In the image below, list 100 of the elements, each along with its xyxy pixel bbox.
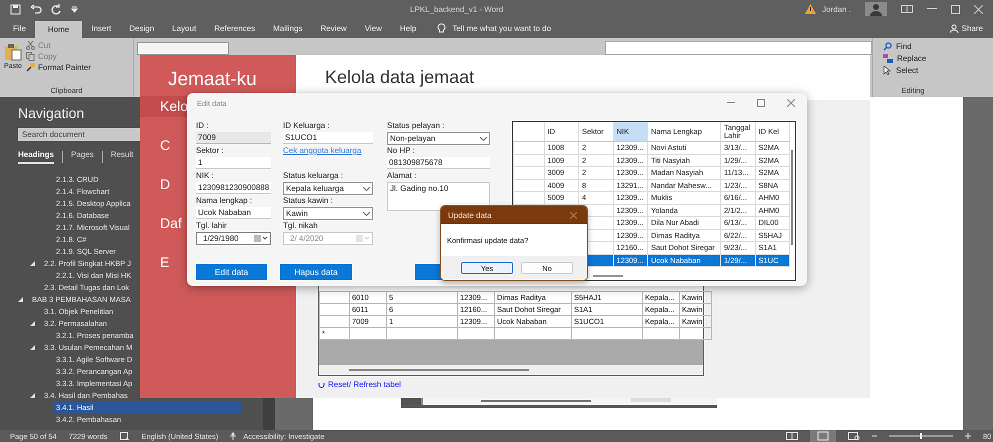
clipboard-command[interactable]: Format Painter (26, 63, 91, 72)
tell-me-field[interactable]: Tell me what you want to do (452, 18, 552, 38)
ribbon-tab[interactable]: Design (120, 18, 164, 38)
customize-icon[interactable] (71, 5, 78, 13)
copy-icon (26, 52, 35, 61)
scrollbar[interactable] (319, 365, 703, 375)
scrollbar-thumb[interactable] (593, 274, 623, 276)
dropdown[interactable]: Kepala keluarga (283, 182, 373, 195)
avatar-icon[interactable] (865, 2, 887, 16)
share-button[interactable]: Share (950, 18, 993, 38)
field-label: Status pelayan : (387, 121, 446, 130)
calendar-dropdown-icon (356, 235, 370, 242)
caret-icon (363, 186, 370, 190)
caret-icon (363, 212, 370, 216)
maximize-icon[interactable] (757, 99, 765, 107)
field-label: Alamat : (387, 171, 418, 180)
refresh-link[interactable]: Reset/ Refresh tabel (318, 380, 870, 389)
field-label: ID : (196, 121, 210, 130)
close-icon[interactable] (570, 212, 577, 218)
editing-command[interactable]: Select (883, 66, 943, 75)
cursor-icon (883, 66, 892, 75)
read-mode-icon[interactable] (786, 432, 798, 440)
row-header[interactable] (320, 292, 350, 304)
field-label: Nama lengkap : (196, 196, 254, 205)
navigation-tab[interactable]: Headings (18, 150, 54, 164)
expand-arrow-icon[interactable] (30, 392, 35, 398)
field-label: NIK : (196, 171, 215, 180)
print-layout-icon[interactable] (810, 430, 836, 442)
navigation-tab[interactable]: Pages (71, 150, 94, 164)
navigation-tab[interactable]: Result (110, 150, 134, 164)
expand-arrow-icon[interactable] (30, 320, 35, 326)
ribbon-tab[interactable]: Review (311, 18, 356, 38)
text-field[interactable]: 7009 (196, 132, 272, 144)
ribbon-tab[interactable]: Layout (163, 18, 206, 38)
date-picker[interactable]: 1/29/1980 (196, 232, 272, 245)
dropdown[interactable]: Kawin (283, 207, 373, 220)
field-label: Status keluarga : (283, 171, 344, 180)
warning-icon (805, 4, 816, 14)
action-button[interactable]: Hapus data (280, 264, 352, 280)
ribbon-tab[interactable]: Home (34, 21, 82, 38)
caret-icon (480, 136, 487, 140)
expand-arrow-icon[interactable] (18, 296, 23, 302)
undo-icon[interactable] (30, 4, 42, 14)
refresh-icon (318, 381, 325, 388)
search-icon (883, 42, 892, 51)
dropdown[interactable]: Non-pelayan (387, 132, 490, 145)
ribbon-tab[interactable]: View (356, 18, 391, 38)
text-field[interactable]: Ucok Nababan (196, 207, 272, 219)
pane-title: Navigation (18, 105, 84, 121)
scrollbar[interactable] (791, 150, 793, 245)
editing-command[interactable]: Replace (883, 54, 943, 63)
text-field[interactable]: 1 (196, 157, 272, 169)
person-icon (950, 24, 959, 32)
close-icon[interactable] (787, 99, 795, 107)
zoom-slider[interactable] (889, 432, 953, 440)
link[interactable]: Cek anggota keluarga (283, 146, 373, 155)
field-label: Tgl. lahir (196, 221, 228, 230)
close-icon[interactable] (974, 4, 983, 14)
editing-command[interactable]: Find (883, 42, 943, 51)
app-title: Jemaat-ku (167, 68, 258, 92)
ribbon-tab[interactable]: References (205, 18, 264, 38)
page-heading: Kelola data jemaat (325, 67, 474, 88)
window-title: LPKL_backend_v1 - Word (410, 4, 504, 14)
web-layout-icon[interactable] (848, 432, 860, 440)
font-name-box[interactable] (137, 42, 229, 55)
text-field[interactable]: 081309875678 (387, 157, 490, 169)
replace-icon (883, 54, 893, 63)
ribbon-tab[interactable]: Insert (82, 18, 120, 38)
row-header[interactable] (320, 316, 350, 328)
proofing-icon[interactable] (120, 432, 130, 440)
ribbon-tab[interactable]: Help (390, 18, 426, 38)
clipboard-icon (4, 43, 22, 61)
ribbon-tab[interactable]: File (4, 18, 35, 38)
field-label: Status kawin : (283, 196, 334, 205)
row-header[interactable] (320, 304, 350, 316)
zoom-in-icon[interactable] (965, 433, 971, 439)
action-button[interactable]: Edit data (196, 264, 267, 280)
ribbon-tab[interactable]: Mailings (264, 18, 312, 38)
expand-arrow-icon[interactable] (30, 260, 35, 266)
field-label: Tgl. nikah (283, 221, 319, 230)
scissors-icon (26, 41, 35, 50)
text-field[interactable]: 1230981230900888 (196, 182, 272, 194)
text-field[interactable]: S1UCO1 (283, 132, 373, 144)
field-label: Sektor : (196, 146, 225, 155)
field-label: ID Keluarga : (283, 121, 331, 130)
ribbon-display-icon[interactable] (901, 5, 913, 13)
expand-arrow-icon[interactable] (30, 344, 35, 350)
lightbulb-icon (437, 22, 446, 34)
text-area[interactable]: Jl. Gading no.10 (387, 182, 490, 211)
redo-icon[interactable] (51, 4, 62, 14)
calendar-dropdown-icon (254, 235, 268, 242)
brush-icon (26, 63, 35, 72)
dialog-title: Update data (448, 210, 492, 220)
minimize-icon[interactable] (927, 8, 937, 10)
maximize-icon[interactable] (951, 4, 960, 14)
field-label: No HP : (387, 146, 416, 155)
user-name[interactable]: Jordan . (822, 4, 851, 14)
save-icon[interactable] (10, 4, 21, 14)
minimize-icon[interactable] (727, 102, 735, 104)
styles-gallery[interactable] (605, 41, 872, 55)
